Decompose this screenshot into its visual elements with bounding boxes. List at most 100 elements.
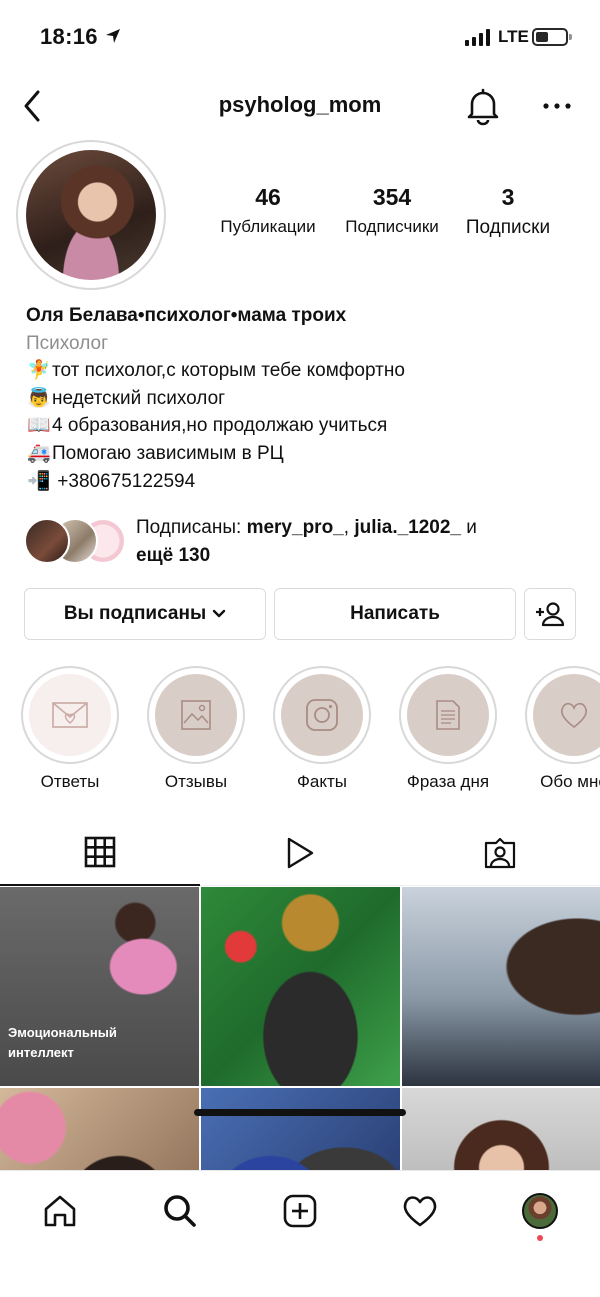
post-thumbnail[interactable] <box>402 1088 600 1170</box>
post-thumbnail[interactable] <box>201 887 400 1086</box>
bio-line-text: +380675122594 <box>52 470 196 492</box>
highlight-answers[interactable]: Ответы <box>20 666 120 792</box>
nav-activity[interactable] <box>390 1189 450 1233</box>
separator: , <box>343 517 355 538</box>
grid-icon <box>84 836 116 868</box>
followed-user: julia._1202_ <box>354 517 462 538</box>
mobile-arrow-icon: 📲 <box>27 470 51 492</box>
followed-by-text: Подписаны: mery_pro_, julia._1202_ и ещё… <box>136 514 576 570</box>
post-thumbnail[interactable] <box>201 1088 400 1170</box>
bio-line-text: 4 образования,но продолжаю учиться <box>52 415 388 437</box>
profile-avatar[interactable] <box>16 140 166 290</box>
followed-by-more: ещё 130 <box>136 545 211 566</box>
post-thumbnail[interactable]: Эмоциональный интеллект <box>0 887 199 1086</box>
profile-full-name: Оля Белава•психолог•мама троих <box>26 305 347 326</box>
stat-following[interactable]: 3 Подписки <box>448 184 568 239</box>
profile-category: Психолог <box>26 332 109 354</box>
add-user-icon <box>536 602 565 627</box>
posts-grid: Эмоциональный интеллект <box>0 887 600 1170</box>
tab-tagged[interactable] <box>400 820 600 886</box>
chevron-down-icon <box>212 609 226 618</box>
stat-label: Публикации <box>220 217 316 236</box>
stat-label: Подписчики <box>345 217 439 236</box>
post-caption-line: интеллект <box>8 1045 74 1060</box>
stat-value: 46 <box>255 184 281 210</box>
envelope-heart-icon <box>52 702 88 728</box>
highlight-ring <box>273 666 371 764</box>
highlight-about[interactable]: Обо мне <box>524 666 600 792</box>
signal-icon <box>465 28 490 46</box>
profile-actions: Вы подписаны Написать <box>24 588 576 640</box>
followed-user: mery_pro_ <box>246 517 344 538</box>
tab-reels[interactable] <box>200 820 400 886</box>
bio-line: 🧚тот психолог,с которым тебе комфортно <box>26 357 586 385</box>
highlight-label: Ответы <box>40 772 100 791</box>
highlight-phrase[interactable]: Фраза дня <box>398 666 498 792</box>
profile-tabs <box>0 820 600 886</box>
nav-profile[interactable] <box>510 1189 570 1233</box>
highlight-ring <box>147 666 245 764</box>
highlight-label: Обо мне <box>540 772 600 791</box>
bio-line: 👼недетский психолог <box>26 385 586 413</box>
highlight-label: Факты <box>296 772 347 791</box>
post-caption-line: Эмоциональный <box>8 1025 117 1040</box>
home-indicator <box>194 1109 406 1116</box>
message-label: Написать <box>350 603 440 624</box>
ambulance-icon: 🚑 <box>27 442 51 464</box>
profile-username: psyholog_mom <box>218 92 382 117</box>
document-icon <box>436 700 460 730</box>
heart-icon <box>403 1196 437 1227</box>
network-type: LTE <box>498 27 529 46</box>
message-button[interactable]: Написать <box>274 588 516 640</box>
highlight-label: Отзывы <box>164 772 228 791</box>
suggested-users-button[interactable] <box>524 588 576 640</box>
following-button[interactable]: Вы подписаны <box>24 588 266 640</box>
followed-by-avatars <box>24 518 128 564</box>
bio-line-text: Помогаю зависимым в РЦ <box>52 442 284 464</box>
post-thumbnail[interactable] <box>402 887 600 1086</box>
bio-phone[interactable]: 📲 +380675122594 <box>26 468 586 496</box>
avatar-image <box>26 150 156 280</box>
highlight-cover <box>407 674 489 756</box>
nav-create[interactable] <box>270 1189 330 1233</box>
photo-icon <box>181 700 211 730</box>
highlight-facts[interactable]: Факты <box>272 666 372 792</box>
highlight-ring <box>525 666 600 764</box>
avatar <box>522 1193 558 1229</box>
bell-icon[interactable] <box>464 86 502 126</box>
play-icon <box>287 837 314 869</box>
fairy-icon: 🧚 <box>27 360 51 382</box>
highlight-cover <box>155 674 237 756</box>
more-options-icon[interactable] <box>540 96 574 116</box>
conjunction: и <box>461 517 477 538</box>
bottom-navigation <box>0 1109 600 1297</box>
bio-line: 🚑Помогаю зависимым в РЦ <box>26 440 586 468</box>
angel-icon: 👼 <box>27 387 51 409</box>
post-thumbnail[interactable] <box>0 1088 199 1170</box>
stat-value: 354 <box>372 184 412 210</box>
nav-search[interactable] <box>150 1189 210 1233</box>
highlight-reviews[interactable]: Отзывы <box>146 666 246 792</box>
tab-grid[interactable] <box>0 820 200 886</box>
followed-by[interactable]: Подписаны: mery_pro_, julia._1202_ и ещё… <box>24 512 584 568</box>
tagged-person-icon <box>484 837 516 869</box>
highlight-cover <box>281 674 363 756</box>
profile-header: psyholog_mom <box>0 74 600 138</box>
bio-line: 📖4 образования,но продолжаю учиться <box>26 412 586 440</box>
followed-by-prefix: Подписаны: <box>136 517 247 538</box>
highlight-label: Фраза дня <box>406 772 490 791</box>
heart-icon <box>560 702 588 729</box>
highlight-ring <box>21 666 119 764</box>
highlight-cover <box>533 674 600 756</box>
add-post-icon <box>283 1194 317 1228</box>
stat-followers[interactable]: 354 Подписчики <box>336 184 448 239</box>
status-time: 18:16 <box>40 24 98 49</box>
bio-line-text: тот психолог,с которым тебе комфортно <box>52 360 405 382</box>
location-arrow-icon <box>106 29 120 43</box>
nav-home[interactable] <box>30 1189 90 1233</box>
profile-bio: Оля Белава•психолог•мама троих Психолог … <box>26 302 586 495</box>
home-icon <box>44 1195 76 1227</box>
following-label: Вы подписаны <box>63 603 207 624</box>
stat-posts[interactable]: 46 Публикации <box>200 184 336 239</box>
status-bar: 18:16 LTE <box>0 0 600 74</box>
